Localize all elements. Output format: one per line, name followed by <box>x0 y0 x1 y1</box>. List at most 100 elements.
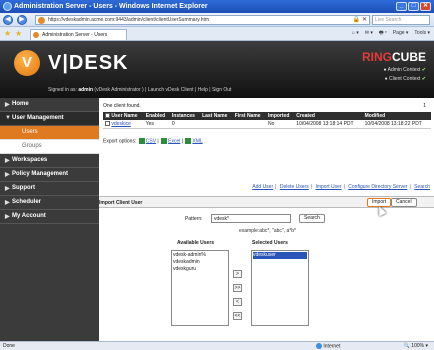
window-titlebar: Administration Server - Users - Windows … <box>0 0 434 13</box>
tools-menu[interactable]: Tools ▾ <box>414 30 430 38</box>
chevron-down-icon: ▼ <box>5 115 11 121</box>
sidebar-item-support[interactable]: ▶ Support <box>0 182 99 196</box>
sidebar-item-my-account[interactable]: ▶ My Account <box>0 210 99 224</box>
vdesk-logo-text: V|DESK <box>48 52 129 74</box>
sidebar-item-workspaces[interactable]: ▶ Workspaces <box>0 154 99 168</box>
close-button[interactable]: ✕ <box>420 2 431 11</box>
export-options: Export options: CSV | Excel | XML <box>103 138 203 145</box>
move-left-button[interactable]: < <box>233 298 242 306</box>
page-menu[interactable]: Page ▾ <box>393 30 409 38</box>
search-button[interactable]: Search <box>299 214 325 223</box>
import-panel-title: Import Client User <box>99 200 143 206</box>
sidebar-item-home[interactable]: ▶ Home <box>0 98 99 112</box>
home-menu[interactable]: ⌂ ▾ <box>352 30 359 38</box>
app-banner: V V|DESK Signed in as: admin (vDesk Admi… <box>0 41 434 98</box>
configure-directory-link[interactable]: Configure Directory Server <box>348 184 407 190</box>
back-button[interactable]: ◀ <box>3 15 13 25</box>
maximize-button[interactable]: □ <box>408 2 419 11</box>
chevron-right-icon: ▶ <box>5 214 10 220</box>
ringcube-brand: RINGCUBE ● Admin Context ✔ ● Client Cont… <box>362 50 426 82</box>
col-enabled[interactable]: Enabled <box>143 112 170 120</box>
delete-users-link[interactable]: Delete Users <box>280 184 309 190</box>
ringcube-logo: RINGCUBE <box>361 50 426 64</box>
command-bar: ⌂ ▾ ✉ ▾ 🖶 ▾ Page ▾ Tools ▾ <box>352 30 430 38</box>
check-icon: ✔ <box>421 67 426 73</box>
add-favorites-icon[interactable]: ★ <box>15 29 22 38</box>
favorites-star-icon[interactable]: ★ <box>4 29 11 38</box>
sidebar-item-policy-management[interactable]: ▶ Policy Management <box>0 168 99 182</box>
excel-icon <box>161 138 168 144</box>
table-row: vdeskice Yes 0 No 10/04/2008 13:18:14 PD… <box>103 120 431 129</box>
feeds-menu[interactable]: ✉ ▾ <box>365 30 373 38</box>
row-enabled: Yes <box>143 120 170 129</box>
move-all-right-button[interactable]: >> <box>233 284 242 292</box>
list-item[interactable]: vdeskguru <box>173 266 227 273</box>
pattern-input[interactable]: vdesk* <box>211 214 291 223</box>
window-title: Administration Server - Users - Windows … <box>14 3 208 10</box>
print-menu[interactable]: 🖶 ▾ <box>379 30 387 38</box>
export-excel-link[interactable]: Excel <box>168 138 180 144</box>
col-imported[interactable]: Imported <box>265 112 295 120</box>
col-first-name[interactable]: First Name <box>232 112 266 120</box>
chevron-right-icon: ▶ <box>5 172 10 178</box>
vdesk-logo-icon: V <box>14 50 40 76</box>
tab-active[interactable]: Administration Server - Users <box>30 29 127 40</box>
chevron-right-icon: ▶ <box>5 200 10 206</box>
security-zone: Internet <box>316 343 340 349</box>
search-link[interactable]: Search <box>414 184 430 190</box>
sidebar-subitem-users[interactable]: Users <box>0 126 99 140</box>
select-all-cell: User Name <box>103 112 144 120</box>
sidebar-item-scheduler[interactable]: ▶ Scheduler <box>0 196 99 210</box>
col-instances[interactable]: Instances <box>169 112 201 120</box>
selected-users-title: Selected Users <box>252 240 288 246</box>
sidebar-item-user-management[interactable]: ▼ User Management <box>0 112 99 126</box>
signed-in-line: Signed in as: admin (vDesk Administrator… <box>48 87 232 93</box>
export-csv-link[interactable]: CSV <box>146 138 156 144</box>
row-checkbox[interactable] <box>105 121 110 127</box>
available-users-list[interactable]: vdesk-admin% vdeskadmin vdeskguru <box>171 250 229 326</box>
sidebar: ▶ Home ▼ User Management Users Groups ▶ Wor… <box>0 98 99 341</box>
col-modified[interactable]: Modified <box>362 112 431 120</box>
csv-icon <box>138 138 145 144</box>
sidebar-subitem-groups[interactable]: Groups <box>0 140 99 154</box>
cancel-button[interactable]: Cancel <box>391 198 417 207</box>
xml-icon <box>185 138 192 144</box>
user-link[interactable]: vdeskice <box>111 121 130 127</box>
search-input[interactable]: Live Search <box>372 15 430 25</box>
move-right-button[interactable]: > <box>233 270 242 278</box>
list-item[interactable]: vdesk-admin% <box>173 252 227 259</box>
col-user-name[interactable]: User Name <box>111 113 137 119</box>
export-xml-link[interactable]: XML <box>192 138 202 144</box>
minimize-button[interactable]: _ <box>396 2 407 11</box>
list-item[interactable]: vdeskuser <box>253 252 307 259</box>
import-user-link[interactable]: Import User <box>315 184 341 190</box>
page-number[interactable]: 1 <box>423 103 426 109</box>
move-all-left-button[interactable]: << <box>233 312 242 320</box>
add-user-link[interactable]: Add User <box>252 184 273 190</box>
col-created[interactable]: Created <box>294 112 363 120</box>
refresh-icon[interactable]: 🔒 ✕ <box>353 16 367 23</box>
address-bar: ◀ ▶ https://vdeskadmin.acme.com:9443/adm… <box>0 13 434 27</box>
list-item[interactable]: vdeskadmin <box>173 259 227 266</box>
row-modified: 10/04/2008 13:18:22 PDT <box>362 120 431 129</box>
select-all-checkbox[interactable] <box>105 113 110 119</box>
user-links[interactable]: (vDesk Administrator ) | Launch vDesk Cl… <box>93 87 231 93</box>
row-first-name <box>232 120 266 129</box>
url-text: https://vdeskadmin.acme.com:9443/admin/c… <box>48 17 210 23</box>
chevron-right-icon: ▶ <box>5 186 10 192</box>
globe-icon <box>316 343 322 349</box>
table-header-row: User Name Enabled Instances Last Name Fi… <box>103 112 431 120</box>
tab-label: Administration Server - Users <box>42 32 108 38</box>
chevron-right-icon: ▶ <box>5 158 10 164</box>
pattern-label: Pattern: <box>185 216 203 222</box>
ie-logo-icon <box>3 2 12 11</box>
selected-users-list[interactable]: vdeskuser <box>251 250 309 326</box>
forward-button[interactable]: ▶ <box>17 15 27 25</box>
row-last-name <box>200 120 233 129</box>
users-table: User Name Enabled Instances Last Name Fi… <box>103 112 431 129</box>
zoom-level[interactable]: 🔍 100% ▾ <box>404 343 428 349</box>
main-content: One client found. 1 User Name Enabled In… <box>99 98 434 341</box>
pattern-example: example:abc*, "abc", a*b* <box>239 228 296 234</box>
url-input[interactable]: https://vdeskadmin.acme.com:9443/admin/c… <box>35 15 370 25</box>
col-last-name[interactable]: Last Name <box>200 112 233 120</box>
